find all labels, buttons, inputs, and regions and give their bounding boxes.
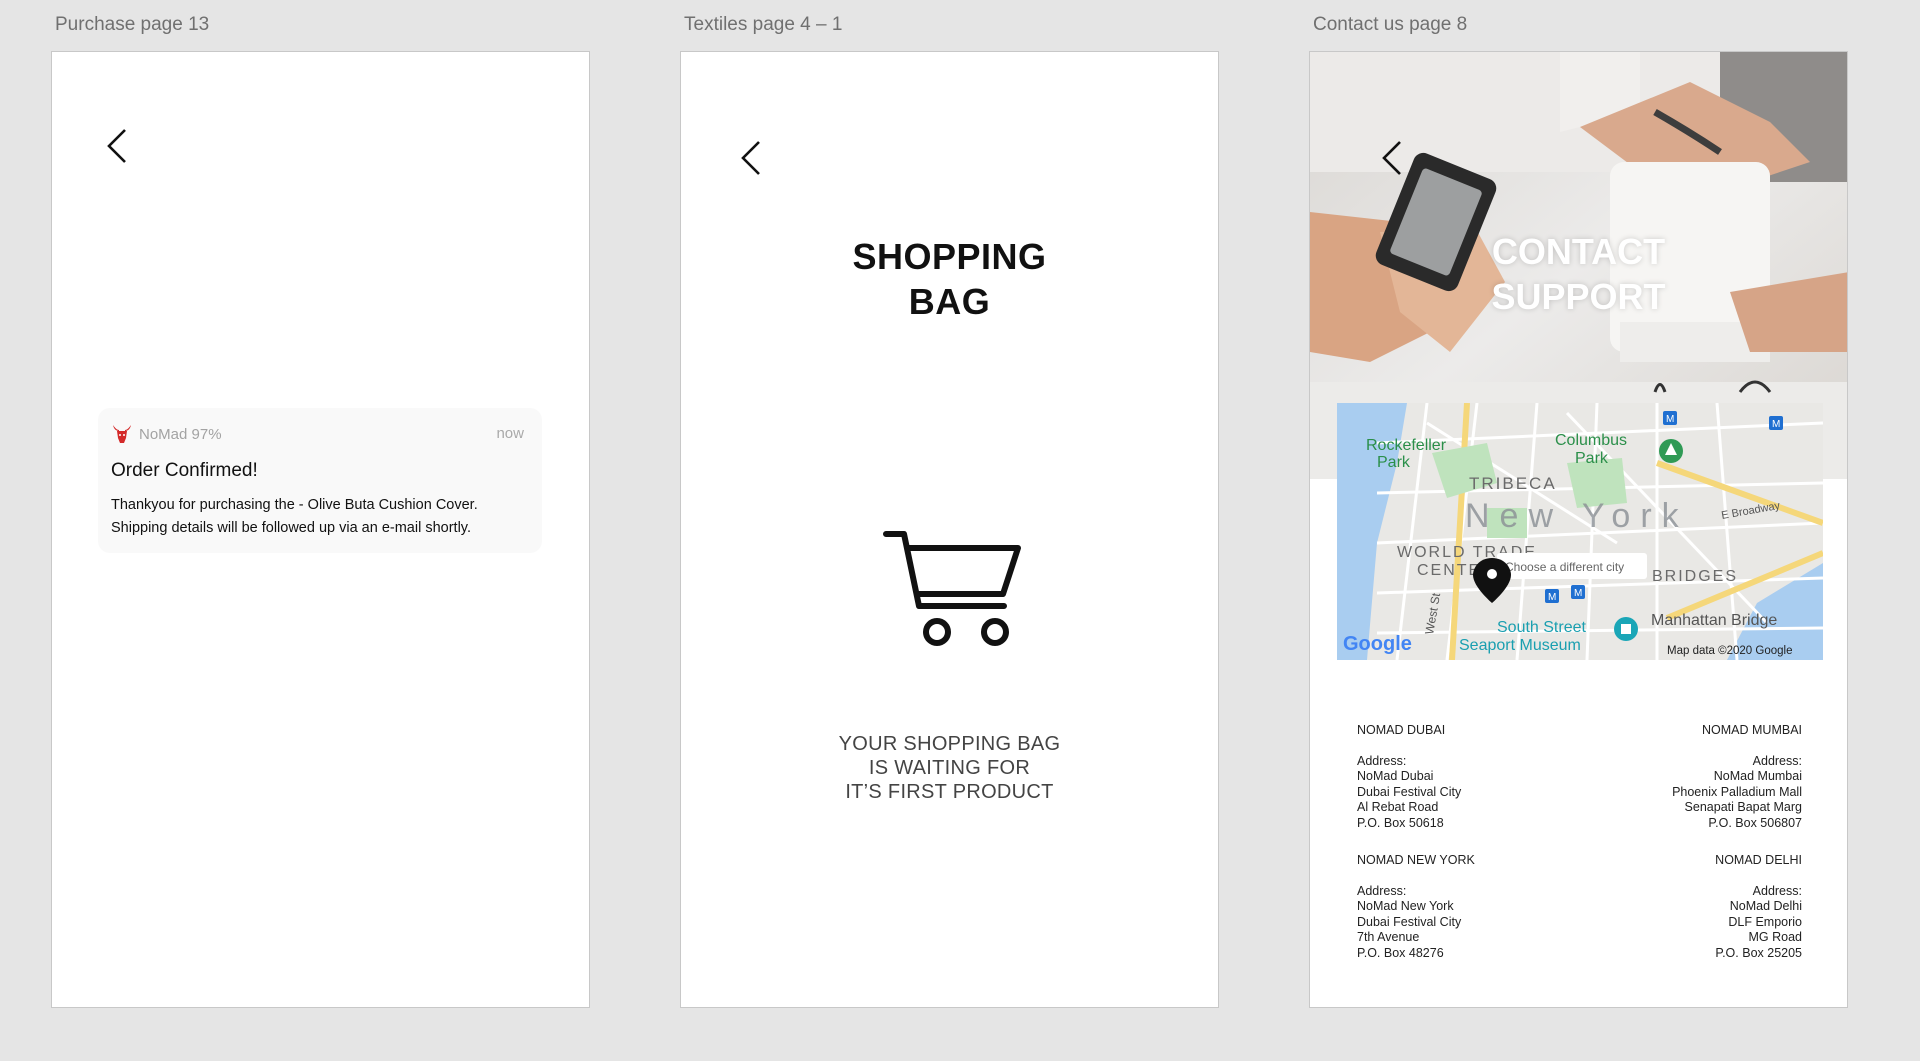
map-label: Columbus bbox=[1555, 432, 1627, 449]
svg-text:M: M bbox=[1548, 592, 1556, 603]
artboard-label-purchase[interactable]: Purchase page 13 bbox=[55, 14, 209, 36]
map-label: South Street bbox=[1497, 619, 1587, 636]
address-line: Al Rebat Road bbox=[1357, 800, 1439, 814]
choose-city-link[interactable]: Choose a different city bbox=[1505, 560, 1624, 574]
address-line: DLF Emporio bbox=[1728, 914, 1802, 929]
office-new-york: NOMAD NEW YORK Address: NoMad New York D… bbox=[1357, 853, 1475, 961]
svg-text:M: M bbox=[1772, 419, 1780, 430]
office-name: NOMAD NEW YORK bbox=[1357, 853, 1475, 867]
chevron-left-icon bbox=[741, 141, 760, 175]
address-line: 7th Avenue bbox=[1357, 930, 1420, 944]
map-label: Manhattan Bridge bbox=[1651, 612, 1777, 629]
address-line: NoMad Dubai bbox=[1357, 769, 1434, 783]
shopping-cart-icon bbox=[883, 531, 1021, 646]
address-line: P.O. Box 506807 bbox=[1708, 815, 1802, 830]
svg-text:M: M bbox=[1574, 588, 1582, 599]
office-name: NOMAD MUMBAI bbox=[1702, 723, 1802, 737]
address-label: Address: bbox=[1357, 883, 1407, 898]
address-line: NoMad New York bbox=[1357, 899, 1454, 913]
artboard-label-textiles[interactable]: Textiles page 4 – 1 bbox=[684, 14, 842, 36]
address-line: Dubai Festival City bbox=[1357, 784, 1462, 799]
address-label: Address: bbox=[1752, 753, 1802, 768]
page-title-line: SHOPPING bbox=[852, 236, 1047, 277]
address-line: NoMad Mumbai bbox=[1713, 769, 1802, 783]
page-title-line: CONTACT bbox=[1491, 231, 1666, 272]
address-line: Senapati Bapat Marg bbox=[1684, 800, 1802, 814]
notification-title: Order Confirmed! bbox=[111, 460, 258, 481]
office-name: NOMAD DUBAI bbox=[1357, 723, 1446, 737]
notification-app: NoMad 97% bbox=[111, 422, 222, 446]
order-notification[interactable]: NoMad 97% now Order Confirmed! Thankyou … bbox=[98, 408, 542, 553]
empty-bag-message: YOUR SHOPPING BAG IS WAITING FOR IT’S FI… bbox=[681, 732, 1218, 804]
map-canvas: Rockefeller Park Columbus Park TRIBECA N… bbox=[1337, 403, 1823, 660]
park-pin-icon bbox=[1659, 439, 1683, 463]
address-line: P.O. Box 48276 bbox=[1357, 945, 1444, 960]
address-line: NoMad Delhi bbox=[1729, 899, 1802, 913]
artboard-label-contact[interactable]: Contact us page 8 bbox=[1313, 14, 1467, 36]
notification-app-name: NoMad 97% bbox=[139, 425, 222, 443]
page-title: SHOPPING BAG bbox=[681, 234, 1218, 324]
artboard-textiles: SHOPPING BAG YOUR SHOPPING BAG IS WAITIN… bbox=[680, 51, 1219, 1008]
address-label: Address: bbox=[1357, 753, 1407, 768]
map-label: Seaport Museum bbox=[1459, 637, 1581, 654]
address-line: Dubai Festival City bbox=[1357, 914, 1462, 929]
empty-bag-message-line: IT’S FIRST PRODUCT bbox=[845, 781, 1054, 803]
office-delhi: NOMAD DELHI Address: NoMad Delhi DLF Emp… bbox=[1715, 853, 1802, 961]
office-name: NOMAD DELHI bbox=[1715, 853, 1802, 867]
back-button[interactable] bbox=[731, 134, 771, 184]
notification-body: Thankyou for purchasing the - Olive Buta… bbox=[111, 494, 531, 540]
museum-pin-icon bbox=[1614, 617, 1638, 641]
page-title-line: BAG bbox=[908, 281, 991, 322]
office-dubai: NOMAD DUBAI Address: NoMad Dubai Dubai F… bbox=[1357, 723, 1461, 831]
artboard-purchase: NoMad 97% now Order Confirmed! Thankyou … bbox=[51, 51, 590, 1008]
google-logo: Google bbox=[1343, 633, 1412, 655]
bull-logo-icon bbox=[113, 425, 131, 443]
page-title: CONTACT SUPPORT bbox=[1310, 229, 1847, 319]
back-button[interactable] bbox=[1372, 134, 1412, 184]
address-line: MG Road bbox=[1748, 930, 1803, 944]
chevron-left-icon bbox=[1382, 141, 1401, 175]
svg-text:M: M bbox=[1666, 414, 1674, 425]
empty-bag-message-line: YOUR SHOPPING BAG bbox=[838, 733, 1061, 755]
page-title-line: SUPPORT bbox=[1491, 276, 1666, 317]
location-map[interactable]: Rockefeller Park Columbus Park TRIBECA N… bbox=[1337, 403, 1823, 660]
map-label: Park bbox=[1575, 450, 1609, 467]
map-label: BRIDGES bbox=[1652, 568, 1738, 585]
address-line: P.O. Box 25205 bbox=[1715, 945, 1802, 960]
map-attribution: Map data ©2020 Google bbox=[1667, 645, 1792, 657]
chevron-left-icon bbox=[107, 129, 126, 163]
notification-body-line: Shipping details will be followed up via… bbox=[111, 520, 472, 536]
back-button[interactable] bbox=[97, 122, 137, 172]
map-label: Rockefeller bbox=[1366, 437, 1447, 454]
address-line: Phoenix Palladium Mall bbox=[1672, 784, 1802, 799]
notification-time: now bbox=[496, 425, 524, 442]
empty-bag-message-line: IS WAITING FOR bbox=[868, 757, 1031, 779]
office-mumbai: NOMAD MUMBAI Address: NoMad Mumbai Phoen… bbox=[1672, 723, 1802, 831]
notification-body-line: Thankyou for purchasing the - Olive Buta… bbox=[111, 497, 478, 513]
map-label: Park bbox=[1377, 454, 1411, 471]
address-line: P.O. Box 50618 bbox=[1357, 815, 1444, 830]
map-label: TRIBECA bbox=[1469, 474, 1557, 493]
map-label: New York bbox=[1465, 497, 1689, 535]
address-label: Address: bbox=[1752, 883, 1802, 898]
artboard-contact: CONTACT SUPPORT Rockefeller Park Columbu… bbox=[1309, 51, 1848, 1008]
